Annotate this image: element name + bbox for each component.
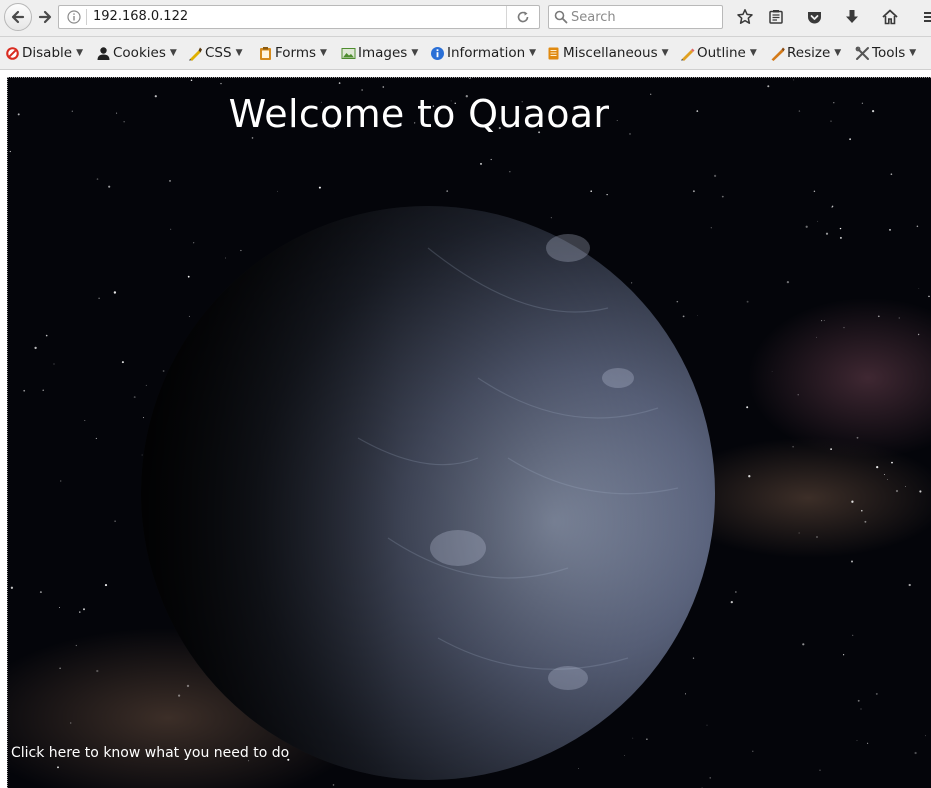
dropdown-arrow-icon: ▼ (834, 48, 842, 58)
devbar-item-label: CSS (205, 45, 232, 61)
devbar-item-label: Forms (275, 45, 317, 61)
outline-icon (680, 46, 695, 61)
dropdown-arrow-icon: ▼ (749, 48, 757, 58)
search-bar[interactable] (548, 5, 723, 29)
instructions-link[interactable]: Click here to know what you need to do (11, 745, 289, 761)
back-arrow-icon (11, 10, 25, 24)
devbar-item-label: Disable (22, 45, 73, 61)
dropdown-arrow-icon: ▼ (320, 48, 327, 58)
dropdown-arrow-icon: ▼ (235, 48, 243, 58)
reload-button[interactable] (506, 6, 539, 28)
devbar-forms-menu[interactable]: Forms ▼ (258, 44, 327, 62)
devbar-resize-menu[interactable]: Resize ▼ (770, 44, 841, 62)
menu-icon[interactable] (918, 7, 931, 27)
pocket-icon[interactable] (804, 7, 824, 27)
url-separator (86, 9, 87, 25)
miscellaneous-icon (546, 46, 561, 61)
devbar-disable-menu[interactable]: Disable ▼ (5, 44, 83, 62)
forms-icon (258, 46, 273, 61)
dropdown-arrow-icon: ▼ (909, 48, 917, 58)
page-content: Welcome to Quaoar Click here to know wha… (7, 77, 931, 788)
dropdown-arrow-icon: ▼ (76, 48, 83, 58)
css-icon (188, 46, 203, 61)
devbar-miscellaneous-menu[interactable]: Miscellaneous ▼ (546, 44, 669, 62)
resize-icon (770, 46, 785, 61)
download-icon[interactable] (842, 7, 862, 27)
search-icon (554, 10, 568, 24)
images-icon (341, 46, 356, 61)
site-info-icon[interactable] (67, 10, 81, 24)
devbar-css-menu[interactable]: CSS ▼ (188, 44, 243, 62)
bookmark-star-icon[interactable] (735, 7, 755, 27)
forward-arrow-icon (38, 10, 52, 24)
devbar-item-label: Resize (787, 45, 831, 61)
reading-list-icon[interactable] (766, 7, 786, 27)
devbar-tools-menu[interactable]: Tools ▼ (855, 44, 916, 62)
browser-window: 192.168.0.122 Search Disable ▼ Cookies ▼… (0, 0, 931, 788)
disable-icon (5, 46, 20, 61)
url-bar[interactable]: 192.168.0.122 (58, 5, 540, 29)
devbar-item-label: Information (447, 45, 526, 61)
dropdown-arrow-icon: ▼ (661, 48, 669, 58)
devbar-outline-menu[interactable]: Outline ▼ (680, 44, 757, 62)
tools-icon (855, 46, 870, 61)
quaoar-background-image (8, 78, 931, 788)
navigation-toolbar: 192.168.0.122 (0, 0, 931, 37)
home-icon[interactable] (880, 7, 900, 27)
reload-icon (517, 11, 529, 23)
devbar-cookies-menu[interactable]: Cookies ▼ (96, 44, 177, 62)
devbar-item-label: Cookies (113, 45, 166, 61)
url-text[interactable]: 192.168.0.122 (93, 9, 188, 25)
forward-button[interactable] (34, 7, 56, 27)
devbar-information-menu[interactable]: Information ▼ (430, 44, 536, 62)
dropdown-arrow-icon: ▼ (529, 48, 537, 58)
search-input[interactable] (571, 8, 716, 26)
web-developer-toolbar: Disable ▼ Cookies ▼ CSS ▼ Forms ▼ Images… (0, 37, 931, 70)
back-button[interactable] (4, 3, 32, 31)
devbar-item-label: Miscellaneous (563, 45, 658, 61)
devbar-item-label: Images (358, 45, 408, 61)
cookies-icon (96, 46, 111, 61)
devbar-images-menu[interactable]: Images ▼ (341, 44, 418, 62)
devbar-item-label: Tools (872, 45, 906, 61)
page-title: Welcome to Quaoar (228, 92, 610, 136)
dropdown-arrow-icon: ▼ (411, 48, 419, 58)
dropdown-arrow-icon: ▼ (169, 48, 177, 58)
devbar-item-label: Outline (697, 45, 746, 61)
information-icon (430, 46, 445, 61)
